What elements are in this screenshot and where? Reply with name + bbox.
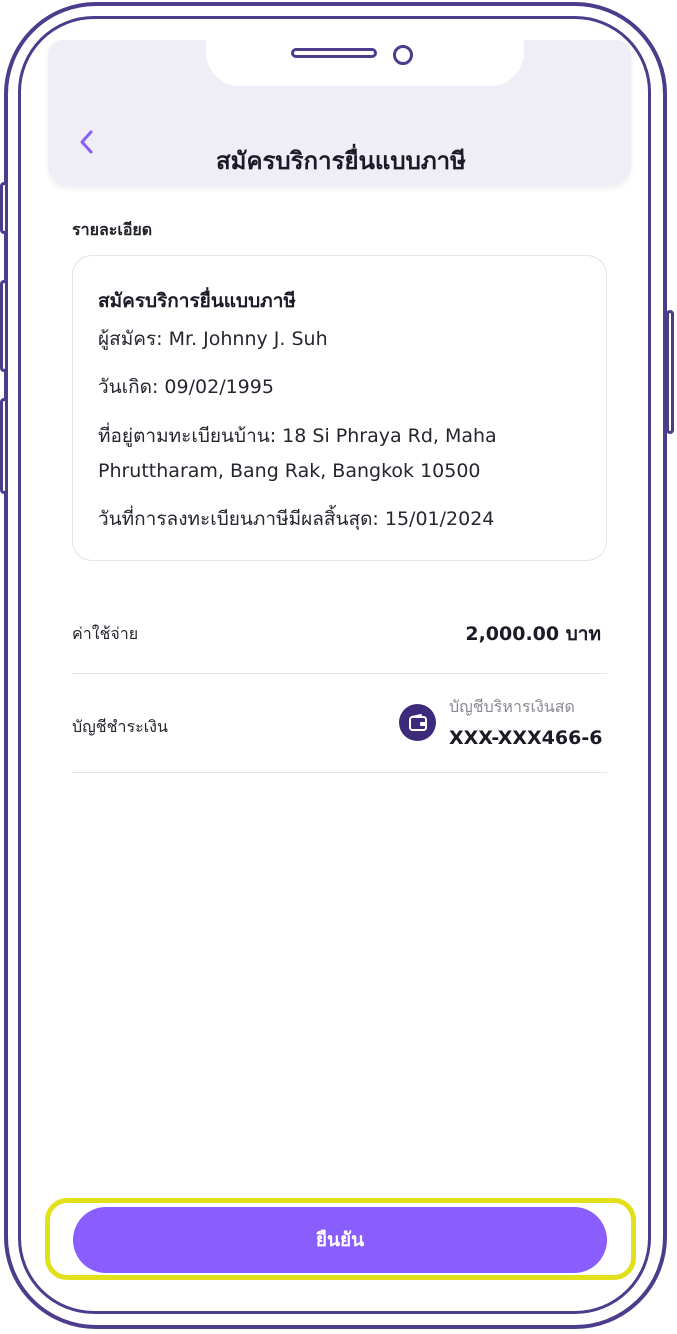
chevron-left-icon <box>80 130 93 154</box>
address-line-1: ที่อยู่ตามทะเบียนบ้าน: 18 Si Phraya Rd, … <box>98 425 497 447</box>
speaker-grille <box>291 48 377 58</box>
account-name: บัญชีบริหารเงินสด <box>449 697 575 716</box>
fee-amount: 2,000.00 บาท <box>465 623 601 645</box>
phone-screen: สมัครบริการยื่นแบบภาษี รายละเอียด สมัครบ… <box>18 16 651 1314</box>
side-button <box>0 398 8 494</box>
address-line-2: Phruttharam, Bang Rak, Bangkok 10500 <box>98 460 481 482</box>
details-section-label: รายละเอียด <box>72 220 153 239</box>
birthdate: วันเกิด: 09/02/1995 <box>98 376 274 398</box>
page-title: สมัครบริการยื่นแบบภาษี <box>216 147 466 175</box>
fee-label: ค่าใช้จ่าย <box>72 624 139 643</box>
registration-expiry: วันที่การลงทะเบียนภาษีมีผลสิ้นสุด: 15/01… <box>98 508 495 530</box>
account-number: XXX-XXX466-6 <box>449 727 603 749</box>
back-button[interactable] <box>71 125 101 159</box>
divider <box>72 673 607 674</box>
divider <box>72 772 607 773</box>
details-card: สมัครบริการยื่นแบบภาษี ผู้สมัคร: Mr. Joh… <box>72 255 607 561</box>
side-button <box>0 182 8 234</box>
front-camera <box>393 45 413 65</box>
account-badge <box>399 704 436 741</box>
wallet-icon <box>408 713 427 731</box>
phone-notch <box>206 40 524 86</box>
payment-account-label: บัญชีชำระเงิน <box>72 717 168 736</box>
side-button <box>666 310 674 434</box>
confirm-button[interactable]: ยืนยัน <box>73 1207 607 1273</box>
card-title: สมัครบริการยื่นแบบภาษี <box>98 290 296 312</box>
applicant-name: ผู้สมัคร: Mr. Johnny J. Suh <box>98 328 328 350</box>
side-button <box>0 280 8 372</box>
